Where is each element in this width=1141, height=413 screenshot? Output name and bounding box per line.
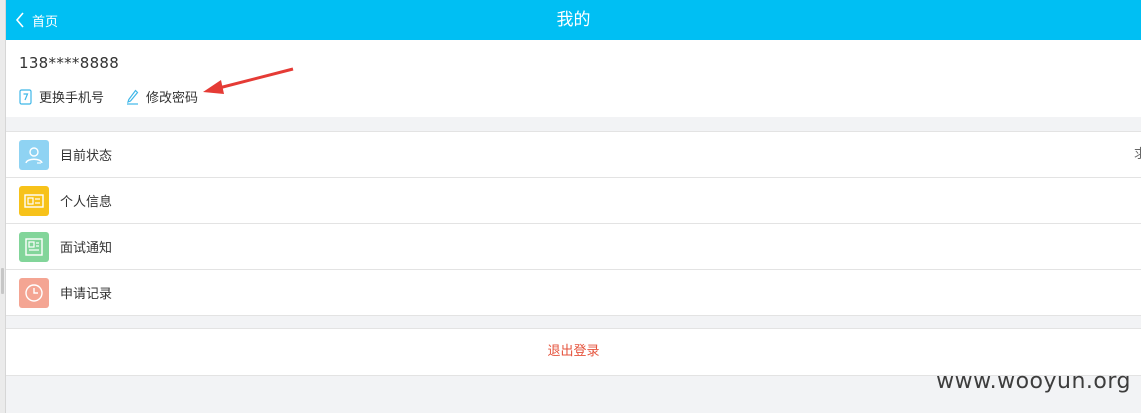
- change-phone-link[interactable]: 更换手机号: [19, 87, 104, 106]
- menu-item-label: 目前状态: [60, 149, 113, 164]
- phone-number: 138****8888: [19, 54, 120, 72]
- user-status-icon: [19, 139, 49, 170]
- menu-item-label: 面试通知: [60, 241, 113, 256]
- watermark: www.wooyun.org: [936, 369, 1131, 394]
- menu-list: 目前状态 求 个人信息 面试通知 申请记录: [6, 131, 1141, 316]
- menu-item-status[interactable]: 目前状态 求: [6, 132, 1141, 178]
- profile-card: 138****8888 更换手机号 修改密码: [6, 40, 1141, 117]
- profile-actions: 更换手机号 修改密码: [19, 87, 198, 106]
- menu-item-value: 求: [1133, 147, 1141, 162]
- menu-item-personal-info[interactable]: 个人信息: [6, 178, 1141, 224]
- annotation-arrow: [203, 67, 294, 94]
- menu-item-interview[interactable]: 面试通知: [6, 224, 1141, 270]
- menu-item-label: 申请记录: [60, 287, 113, 302]
- scrollbar-thumb[interactable]: [1, 268, 4, 294]
- change-phone-label: 更换手机号: [39, 91, 105, 106]
- pencil-icon: [127, 89, 139, 105]
- change-password-label: 修改密码: [146, 91, 199, 106]
- menu-item-label: 个人信息: [60, 195, 113, 210]
- phone-icon: [19, 88, 32, 105]
- page-title: 我的: [556, 10, 591, 30]
- page: 首页 我的 138****8888 更换手机号 修改密码 目前状态 求 个人信息…: [6, 0, 1141, 413]
- clock-icon: [19, 277, 49, 308]
- newspaper-icon: [19, 231, 49, 262]
- change-password-link[interactable]: 修改密码: [126, 87, 198, 106]
- id-card-icon: [19, 185, 49, 216]
- menu-item-applications[interactable]: 申请记录: [6, 270, 1141, 316]
- app-header: 首页 我的: [6, 0, 1141, 40]
